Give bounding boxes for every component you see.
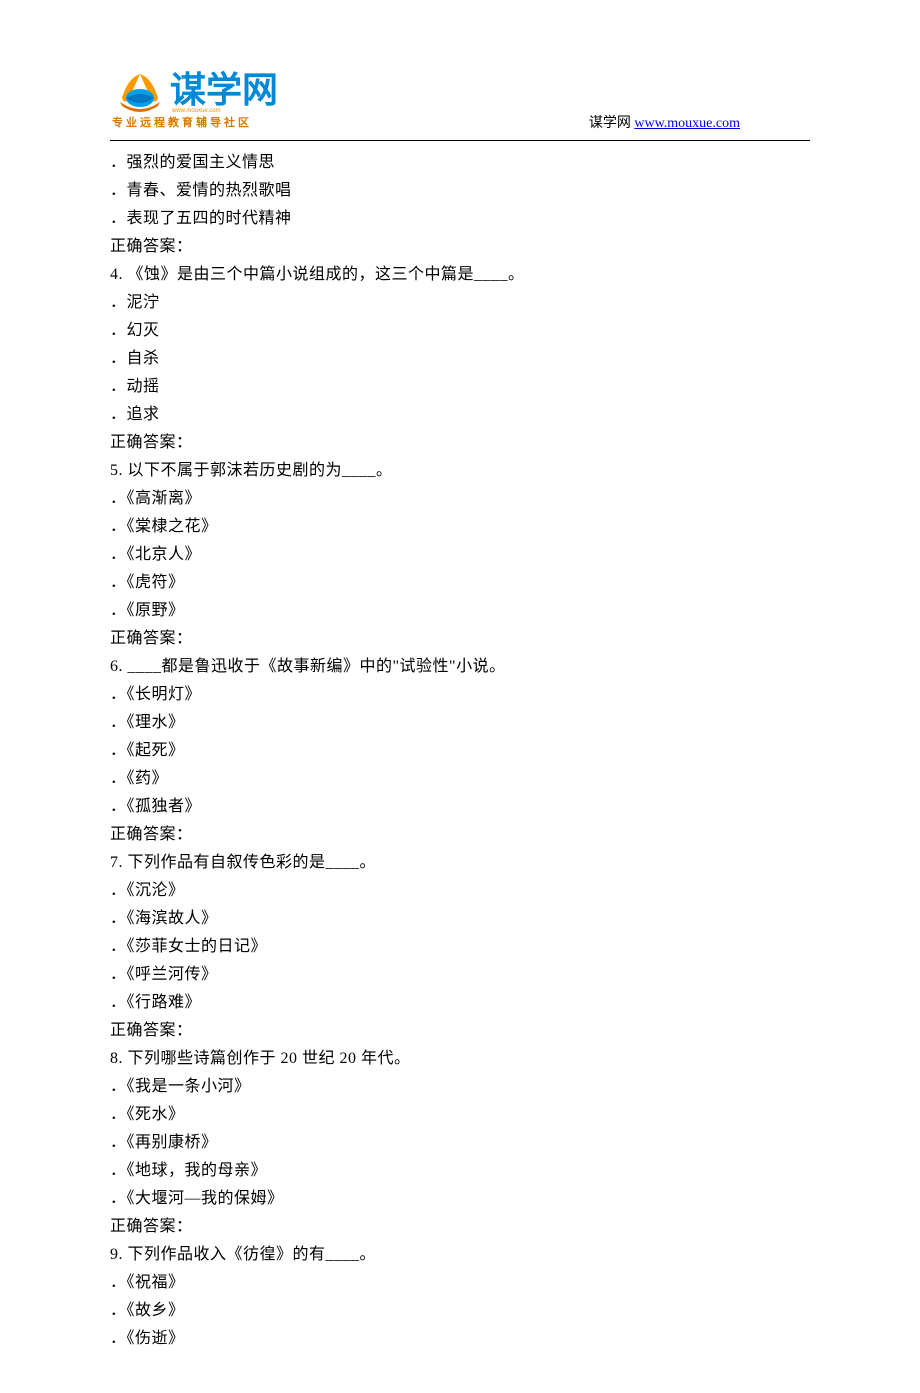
site-url-link[interactable]: www.mouxue.com [634,116,740,131]
list-item: ．《大堰河—我的保姆》 [110,1185,810,1213]
list-item: ．《棠棣之花》 [110,513,810,541]
answer-line: 正确答案： [110,625,810,653]
page: 谋学网 www.mouxue.com 专业远程教育辅导社区 谋学网 www.mo… [0,0,920,1393]
list-item: ．《祝福》 [110,1269,810,1297]
list-item: ．表现了五四的时代精神 [110,205,810,233]
list-item: ．《理水》 [110,709,810,737]
question-stem: 8. 下列哪些诗篇创作于 20 世纪 20 年代。 [110,1045,810,1073]
header-site-label: 谋学网 www.mouxue.com [589,112,740,132]
question-stem: 7. 下列作品有自叙传色彩的是____。 [110,849,810,877]
list-item: ．强烈的爱国主义情思 [110,149,810,177]
list-item: ．《长明灯》 [110,681,810,709]
logo-mark-icon [120,74,160,112]
question-stem: 6. ____都是鲁迅收于《故事新编》中的"试验性"小说。 [110,653,810,681]
list-item: ．《伤逝》 [110,1325,810,1353]
list-item: ．追求 [110,401,810,429]
answer-line: 正确答案： [110,1017,810,1045]
list-item: ．《起死》 [110,737,810,765]
answer-line: 正确答案： [110,1213,810,1241]
page-header: 谋学网 www.mouxue.com 专业远程教育辅导社区 谋学网 www.mo… [110,60,810,132]
list-item: ．《沉沦》 [110,877,810,905]
list-item: ．《呼兰河传》 [110,961,810,989]
site-prefix: 谋学网 [589,116,635,131]
header-divider [110,140,810,141]
document-content: ．强烈的爱国主义情思 ．青春、爱情的热烈歌唱 ．表现了五四的时代精神 正确答案：… [110,149,810,1353]
logo-tagline: 专业远程教育辅导社区 [112,115,252,129]
list-item: ．《再别康桥》 [110,1129,810,1157]
list-item: ．动摇 [110,373,810,401]
list-item: ．《地球，我的母亲》 [110,1157,810,1185]
list-item: ．《虎符》 [110,569,810,597]
list-item: ．《原野》 [110,597,810,625]
list-item: ．泥泞 [110,289,810,317]
list-item: ．《莎菲女士的日记》 [110,933,810,961]
list-item: ．《故乡》 [110,1297,810,1325]
list-item: ．《我是一条小河》 [110,1073,810,1101]
list-item: ．《北京人》 [110,541,810,569]
list-item: ．青春、爱情的热烈歌唱 [110,177,810,205]
question-stem: 9. 下列作品收入《彷徨》的有____。 [110,1241,810,1269]
answer-line: 正确答案： [110,429,810,457]
list-item: ．《行路难》 [110,989,810,1017]
site-logo: 谋学网 www.mouxue.com 专业远程教育辅导社区 [110,60,330,130]
question-stem: 5. 以下不属于郭沫若历史剧的为____。 [110,457,810,485]
logo-text: 谋学网 [170,69,278,110]
list-item: ．《死水》 [110,1101,810,1129]
list-item: ．幻灭 [110,317,810,345]
answer-line: 正确答案： [110,233,810,261]
list-item: ．自杀 [110,345,810,373]
list-item: ．《药》 [110,765,810,793]
answer-line: 正确答案： [110,821,810,849]
list-item: ．《海滨故人》 [110,905,810,933]
question-stem: 4. 《蚀》是由三个中篇小说组成的，这三个中篇是____。 [110,261,810,289]
list-item: ．《高渐离》 [110,485,810,513]
logo-url-tiny: www.mouxue.com [171,108,221,114]
list-item: ．《孤独者》 [110,793,810,821]
